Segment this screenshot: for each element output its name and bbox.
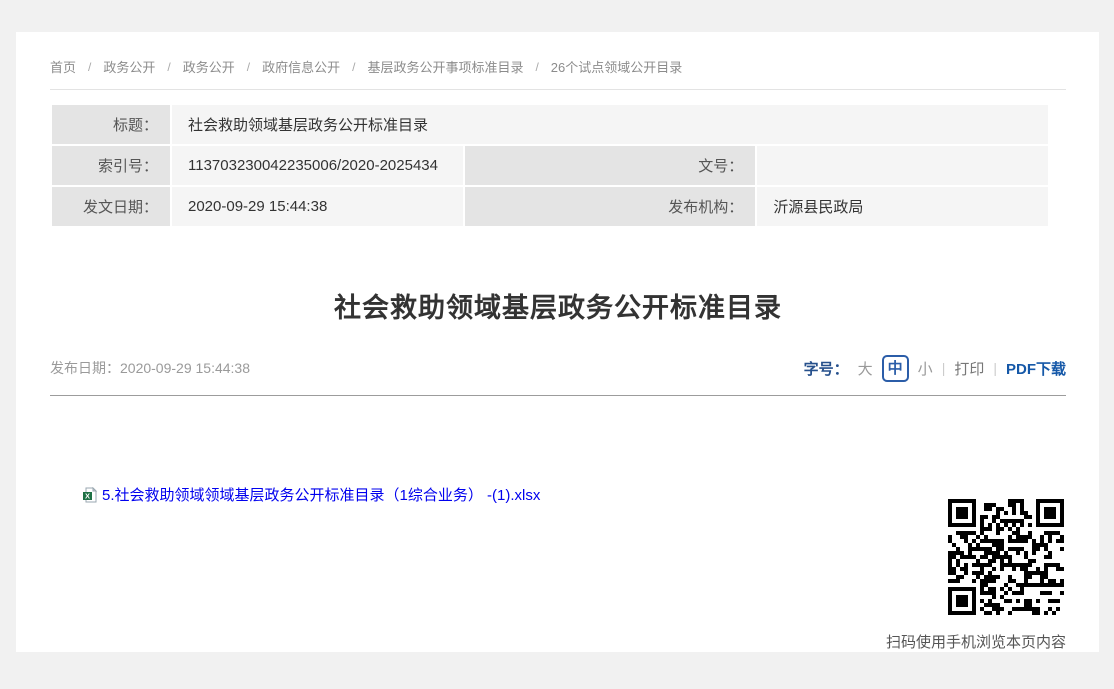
publish-date: 发布日期：2020-09-29 15:44:38 bbox=[50, 358, 250, 378]
meta-value-title: 社会救助领域基层政务公开标准目录 bbox=[171, 104, 1049, 145]
breadcrumb-separator: / bbox=[167, 60, 170, 74]
table-row: 索引号： 113703230042235006/2020-2025434 文号： bbox=[51, 145, 1049, 186]
qr-block: 扫码使用手机浏览本页内容 bbox=[50, 499, 1066, 652]
table-row: 标题： 社会救助领域基层政务公开标准目录 bbox=[51, 104, 1049, 145]
breadcrumb-home[interactable]: 首页 bbox=[50, 57, 76, 76]
breadcrumb-item-5[interactable]: 26个试点领域公开目录 bbox=[551, 57, 682, 76]
meta-value-issuing-agency: 沂源县民政局 bbox=[756, 186, 1049, 227]
breadcrumb-item-4[interactable]: 基层政务公开事项标准目录 bbox=[367, 57, 523, 76]
meta-label-doc-number: 文号： bbox=[464, 145, 757, 186]
breadcrumb-divider bbox=[50, 89, 1066, 90]
meta-label-title: 标题： bbox=[51, 104, 171, 145]
font-size-label: 字号： bbox=[804, 358, 849, 379]
meta-value-doc-number bbox=[756, 145, 1049, 186]
meta-label-index-number: 索引号： bbox=[51, 145, 171, 186]
svg-text:X: X bbox=[85, 491, 90, 500]
qr-caption: 扫码使用手机浏览本页内容 bbox=[886, 631, 1066, 652]
toolbar-divider: | bbox=[993, 360, 997, 376]
page-title: 社会救助领域基层政务公开标准目录 bbox=[50, 286, 1066, 325]
qr-code bbox=[948, 499, 1066, 617]
document-meta-table: 标题： 社会救助领域基层政务公开标准目录 索引号： 11370323004223… bbox=[50, 103, 1050, 228]
table-row: 发文日期： 2020-09-29 15:44:38 发布机构： 沂源县民政局 bbox=[51, 186, 1049, 227]
content-card: 首页 / 政务公开 / 政务公开 / 政府信息公开 / 基层政务公开事项标准目录… bbox=[16, 32, 1099, 652]
breadcrumb-separator: / bbox=[535, 60, 538, 74]
font-size-medium-button[interactable]: 中 bbox=[882, 355, 909, 382]
font-size-large-button[interactable]: 大 bbox=[858, 358, 873, 379]
meta-value-issue-date: 2020-09-29 15:44:38 bbox=[171, 186, 464, 227]
toolbar-divider: | bbox=[942, 360, 946, 376]
article-toolbar: 字号： 大 中 小 | 打印 | PDF下载 bbox=[804, 355, 1066, 382]
content-divider bbox=[50, 395, 1066, 396]
breadcrumb-separator: / bbox=[247, 60, 250, 74]
attachment-link-xlsx[interactable]: 5.社会救助领域领域基层政务公开标准目录（1综合业务） -(1).xlsx bbox=[102, 484, 540, 505]
meta-label-issuing-agency: 发布机构： bbox=[464, 186, 757, 227]
excel-file-icon: X bbox=[82, 487, 98, 503]
meta-label-issue-date: 发文日期： bbox=[51, 186, 171, 227]
font-size-small-button[interactable]: 小 bbox=[918, 358, 933, 379]
print-button[interactable]: 打印 bbox=[954, 358, 984, 379]
breadcrumb-item-2[interactable]: 政务公开 bbox=[183, 57, 235, 76]
pdf-download-button[interactable]: PDF下载 bbox=[1006, 358, 1066, 379]
article-meta-bar: 发布日期：2020-09-29 15:44:38 字号： 大 中 小 | 打印 … bbox=[50, 355, 1066, 381]
breadcrumb-separator: / bbox=[352, 60, 355, 74]
breadcrumb-separator: / bbox=[88, 60, 91, 74]
breadcrumb-item-1[interactable]: 政务公开 bbox=[103, 57, 155, 76]
meta-value-index-number: 113703230042235006/2020-2025434 bbox=[171, 145, 464, 186]
breadcrumb-item-3[interactable]: 政府信息公开 bbox=[262, 57, 340, 76]
breadcrumb: 首页 / 政务公开 / 政务公开 / 政府信息公开 / 基层政务公开事项标准目录… bbox=[50, 50, 1066, 76]
